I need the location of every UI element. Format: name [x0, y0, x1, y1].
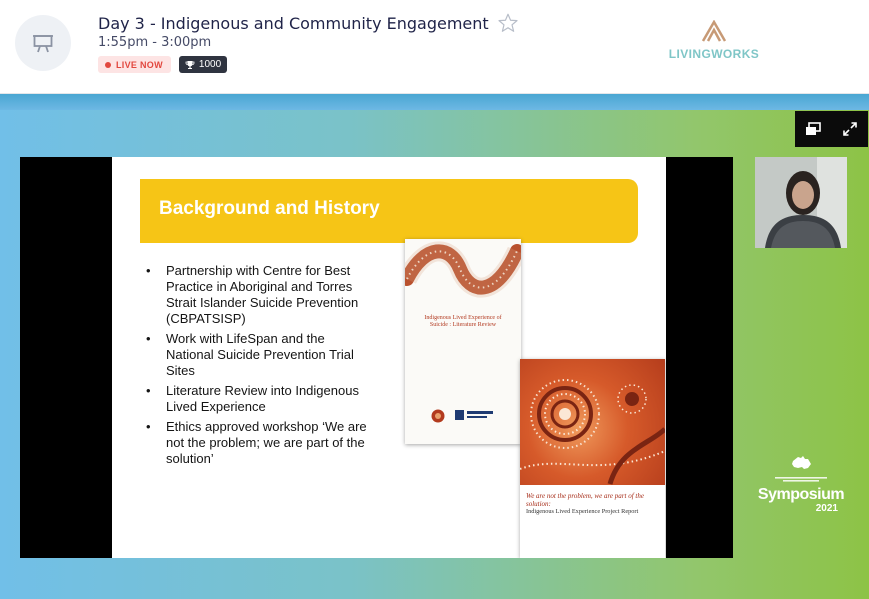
video-stage: Background and History Partnership with … — [0, 94, 869, 599]
presentation-board-icon — [15, 15, 71, 71]
symposium-org-text — [756, 477, 846, 483]
dot-painting-artwork — [520, 359, 665, 485]
sponsor-logo-text: LIVINGWORKS — [668, 47, 760, 61]
sponsor-logo: LIVINGWORKS — [668, 19, 760, 61]
slide-bullet: Work with LifeSpan and the National Suic… — [142, 331, 367, 379]
symposium-logo: Symposium 2021 — [756, 455, 846, 514]
dot-painting-serpent-icon — [405, 241, 521, 298]
presentation-video[interactable]: Background and History Partnership with … — [20, 157, 733, 558]
live-badge-label: LIVE NOW — [116, 59, 163, 70]
picture-in-picture-icon[interactable] — [802, 118, 824, 140]
star-icon[interactable] — [497, 12, 519, 34]
session-title: Day 3 - Indigenous and Community Engagem… — [98, 13, 489, 33]
australia-map-icon — [792, 456, 811, 469]
cover-logos — [431, 409, 495, 423]
literature-review-cover: Indigenous Lived Experience of Suicide :… — [405, 239, 521, 444]
live-badge: LIVE NOW — [98, 56, 171, 73]
video-controls — [795, 111, 868, 147]
seal-logo-icon — [431, 409, 445, 423]
symposium-word: Symposium — [757, 486, 845, 503]
project-report-subtitle: Indigenous Lived Experience Project Repo… — [526, 508, 639, 515]
project-report-title: We are not the problem, we are part of t… — [526, 492, 661, 516]
slide-bullet-list: Partnership with Centre for Best Practic… — [142, 263, 367, 471]
slide-bullet: Partnership with Centre for Best Practic… — [142, 263, 367, 327]
fullscreen-icon[interactable] — [839, 118, 861, 140]
project-report-title-text: We are not the problem, we are part of t… — [526, 492, 644, 508]
presentation-slide: Background and History Partnership with … — [112, 157, 666, 558]
literature-review-title: Indigenous Lived Experience of Suicide :… — [424, 315, 502, 328]
session-header: Day 3 - Indigenous and Community Engagem… — [0, 0, 869, 94]
live-dot-icon — [105, 61, 111, 68]
session-time: 1:55pm - 3:00pm — [98, 35, 212, 50]
symposium-year: 2021 — [815, 503, 838, 514]
speaker-avatar — [755, 157, 847, 248]
dot-painting-icon — [520, 379, 665, 485]
speaker-video[interactable] — [755, 157, 847, 248]
university-logo-icon — [455, 410, 493, 420]
slide-bullet: Ethics approved workshop ‘We are not the… — [142, 419, 367, 467]
slide-bullet: Literature Review into Indigenous Lived … — [142, 383, 367, 415]
stage-top-band — [0, 94, 869, 110]
attendee-count: 1000 — [198, 59, 222, 70]
livingworks-mark-icon — [701, 19, 727, 42]
project-report-cover: We are not the problem, we are part of t… — [520, 359, 665, 558]
attendee-count-badge: 1000 — [178, 56, 228, 73]
org-wordmark-icon — [775, 477, 827, 482]
trophy-icon — [185, 60, 195, 70]
slide-heading: Background and History — [159, 198, 380, 219]
